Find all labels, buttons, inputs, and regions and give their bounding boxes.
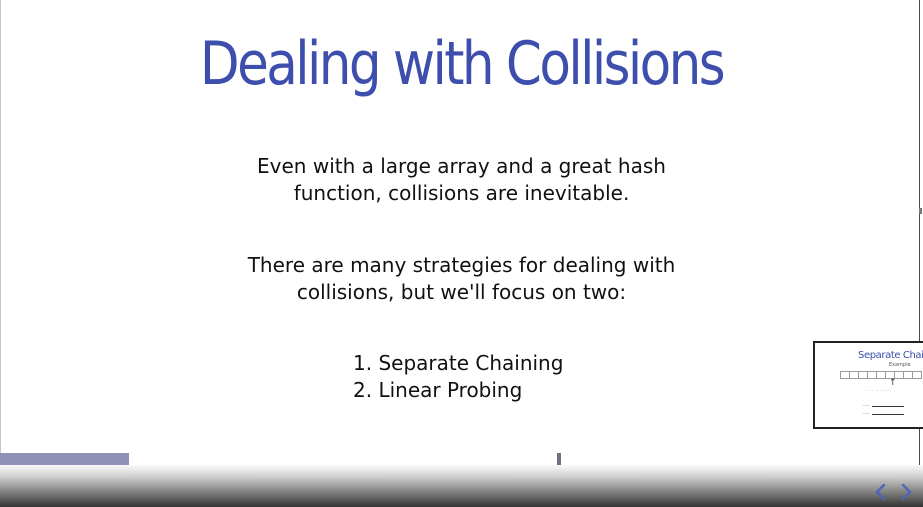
slide-title: Dealing with Collisions (199, 29, 726, 99)
list-item: 2. Linear Probing (353, 378, 523, 402)
previous-slide-button[interactable] (870, 481, 890, 503)
slide-left-border (0, 0, 1, 465)
chevron-right-icon (901, 483, 912, 501)
list-item: 1. Separate Chaining (353, 351, 564, 375)
scrub-handle[interactable] (557, 453, 561, 465)
chevron-left-icon (875, 483, 886, 501)
next-slide-thumbnail[interactable]: Separate Chaini Example ↑ · · · · · · · … (813, 341, 923, 429)
thumbnail-chain-row: ····· (863, 403, 905, 408)
strategies-line: collisions, but we'll focus on two: (296, 280, 627, 304)
thumbnail-note: · · · · · · · · · · (867, 388, 892, 393)
thumbnail-chain-row: ····· (863, 411, 905, 416)
intro-line: Even with a large array and a great hash (257, 154, 666, 178)
strategies-paragraph: There are many strategies for dealing wi… (0, 252, 923, 306)
player-control-bar (0, 465, 923, 507)
thumbnail-array-diagram (840, 371, 922, 379)
next-slide-button[interactable] (897, 481, 917, 503)
strategies-line: There are many strategies for dealing wi… (247, 253, 676, 277)
progress-bar-fill[interactable] (0, 453, 129, 465)
edge-marker (919, 208, 922, 214)
intro-line: function, collisions are inevitable. (293, 181, 630, 205)
thumbnail-title: Separate Chaini (858, 350, 923, 361)
intro-paragraph: Even with a large array and a great hash… (0, 153, 923, 207)
thumbnail-subtitle: Example (889, 362, 911, 368)
strategy-list: 1. Separate Chaining 2. Linear Probing (353, 350, 563, 404)
arrow-up-icon: ↑ (889, 378, 897, 388)
